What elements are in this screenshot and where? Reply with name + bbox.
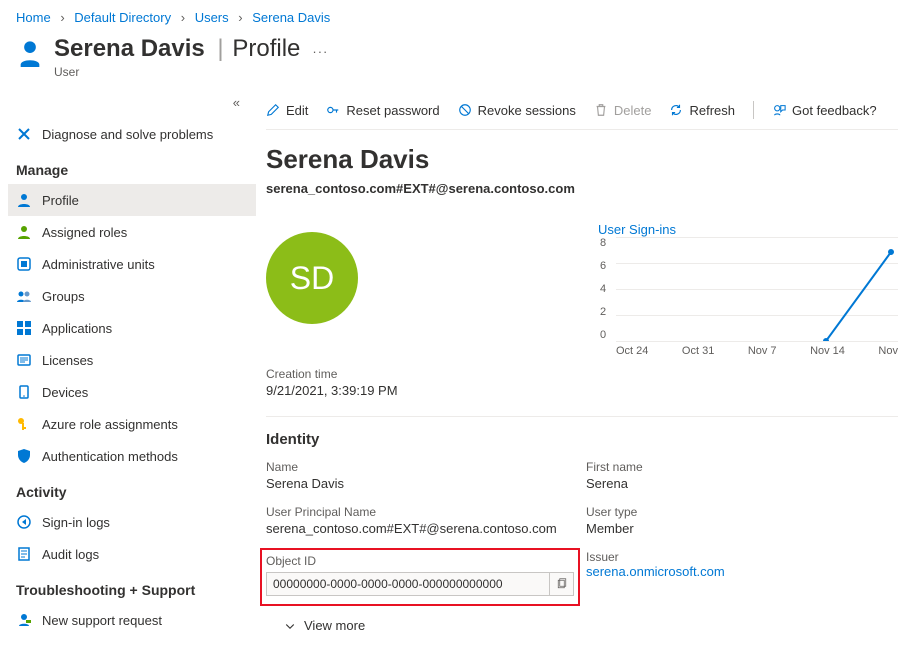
avatar: SD (266, 232, 358, 324)
sidebar-heading-manage: Manage (8, 150, 256, 184)
chevron-down-icon (284, 620, 296, 632)
profile-upn: serena_contoso.com#EXT#@serena.contoso.c… (266, 181, 898, 196)
collapse-sidebar-button[interactable]: « (8, 95, 256, 110)
key-icon (326, 103, 340, 117)
view-more-button[interactable]: View more (266, 618, 898, 633)
identity-heading: Identity (266, 431, 898, 448)
signin-icon (16, 514, 32, 530)
sidebar-item-profile[interactable]: Profile (8, 184, 256, 216)
audit-icon (16, 546, 32, 562)
sidebar-item-diagnose[interactable]: Diagnose and solve problems (8, 118, 256, 150)
breadcrumb: Home › Default Directory › Users › Seren… (0, 0, 898, 33)
feedback-icon (772, 103, 786, 117)
more-actions-button[interactable]: ··· (312, 44, 328, 59)
sidebar-item-auth-methods[interactable]: Authentication methods (8, 440, 256, 472)
breadcrumb-current[interactable]: Serena Davis (252, 10, 330, 25)
user-type-value: Member (586, 521, 846, 536)
profile-icon (16, 192, 32, 208)
groups-icon (16, 288, 32, 304)
licenses-icon (16, 352, 32, 368)
sidebar-item-admin-units[interactable]: Administrative units (8, 248, 256, 280)
upn-value: serena_contoso.com#EXT#@serena.contoso.c… (266, 521, 586, 536)
issuer-label: Issuer (586, 550, 846, 564)
object-id-highlight: Object ID (260, 548, 580, 606)
object-id-input[interactable] (267, 577, 549, 591)
user-icon (16, 39, 44, 67)
sidebar-item-signin-logs[interactable]: Sign-in logs (8, 506, 256, 538)
sidebar-heading-activity: Activity (8, 472, 256, 506)
pencil-icon (266, 103, 280, 117)
creation-time-value: 9/21/2021, 3:39:19 PM (266, 383, 898, 398)
page-title: Serena Davis | Profile (54, 35, 300, 63)
sidebar-item-applications[interactable]: Applications (8, 312, 256, 344)
delete-button: Delete (594, 103, 652, 118)
revoke-sessions-button[interactable]: Revoke sessions (458, 103, 576, 118)
breadcrumb-home[interactable]: Home (16, 10, 51, 25)
sidebar-heading-support: Troubleshooting + Support (8, 570, 256, 604)
sidebar-item-groups[interactable]: Groups (8, 280, 256, 312)
reset-password-button[interactable]: Reset password (326, 103, 439, 118)
toolbar: Edit Reset password Revoke sessions Dele… (266, 95, 898, 130)
copy-icon (556, 578, 568, 590)
shield-icon (16, 448, 32, 464)
profile-display-name: Serena Davis (266, 144, 898, 175)
page-header: Serena Davis | Profile ··· User (0, 33, 898, 95)
signins-chart: User Sign-ins 8 6 4 2 0 (598, 222, 898, 357)
key-icon (16, 416, 32, 432)
object-id-label: Object ID (266, 554, 574, 568)
sidebar-item-azure-roles[interactable]: Azure role assignments (8, 408, 256, 440)
admin-units-icon (16, 256, 32, 272)
content-pane: Edit Reset password Revoke sessions Dele… (256, 95, 898, 656)
page-subtitle: User (54, 65, 328, 79)
sidebar-item-audit-logs[interactable]: Audit logs (8, 538, 256, 570)
support-icon (16, 612, 32, 628)
sidebar-item-devices[interactable]: Devices (8, 376, 256, 408)
refresh-icon (669, 103, 683, 117)
feedback-button[interactable]: Got feedback? (772, 103, 877, 118)
upn-label: User Principal Name (266, 505, 586, 519)
roles-icon (16, 224, 32, 240)
chart-title-link[interactable]: User Sign-ins (598, 222, 676, 237)
breadcrumb-users[interactable]: Users (195, 10, 229, 25)
sidebar-item-support[interactable]: New support request (8, 604, 256, 636)
refresh-button[interactable]: Refresh (669, 103, 735, 118)
name-value: Serena Davis (266, 476, 586, 491)
sidebar-item-licenses[interactable]: Licenses (8, 344, 256, 376)
edit-button[interactable]: Edit (266, 103, 308, 118)
issuer-link[interactable]: serena.onmicrosoft.com (586, 564, 725, 579)
first-name-value: Serena (586, 476, 846, 491)
devices-icon (16, 384, 32, 400)
applications-icon (16, 320, 32, 336)
divider (266, 416, 898, 417)
sidebar-item-assigned-roles[interactable]: Assigned roles (8, 216, 256, 248)
trash-icon (594, 103, 608, 117)
first-name-label: First name (586, 460, 846, 474)
diagnose-icon (16, 126, 32, 142)
creation-time-label: Creation time (266, 367, 898, 381)
copy-object-id-button[interactable] (549, 573, 573, 595)
user-type-label: User type (586, 505, 846, 519)
name-label: Name (266, 460, 586, 474)
sidebar: « Diagnose and solve problems Manage Pro… (0, 95, 256, 656)
breadcrumb-directory[interactable]: Default Directory (74, 10, 171, 25)
toolbar-separator (753, 101, 754, 119)
revoke-icon (458, 103, 472, 117)
